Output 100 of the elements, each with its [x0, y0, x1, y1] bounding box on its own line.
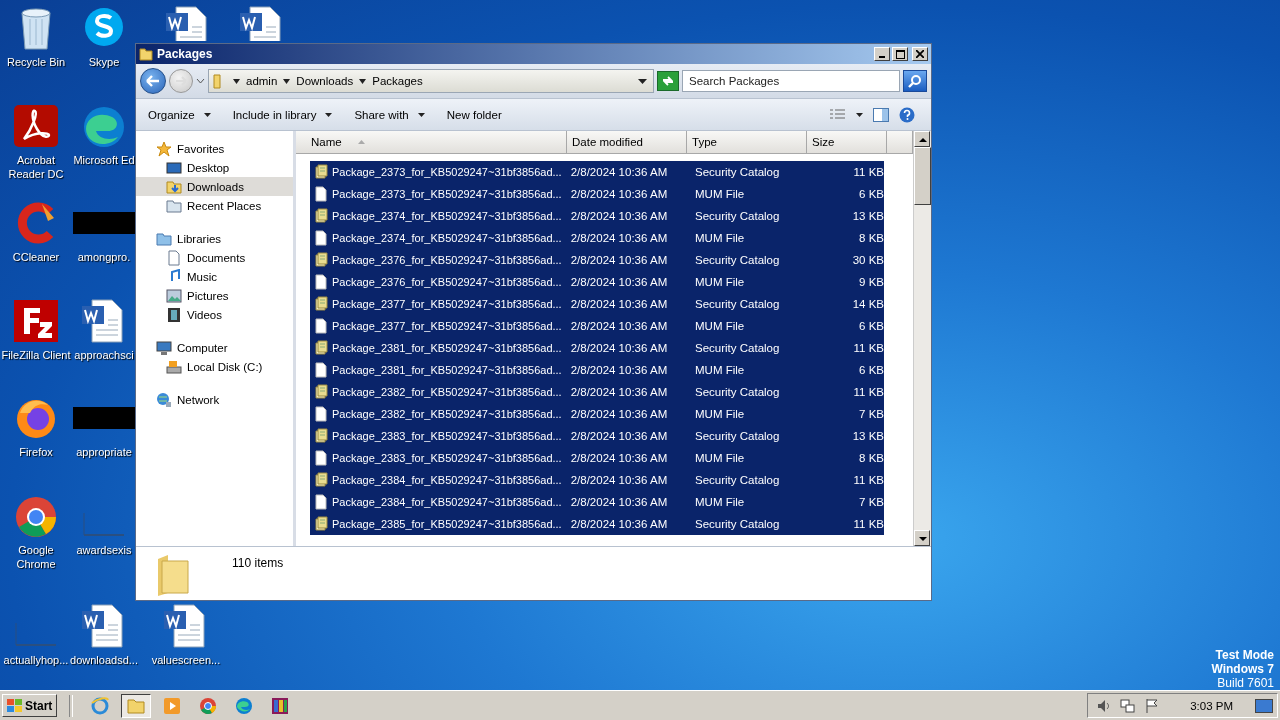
file-name: Package_2383_for_KB5029247~31bf3856ad... [332, 430, 562, 442]
toolbar-button[interactable]: Include in library [226, 104, 339, 125]
column-header[interactable]: Size [807, 131, 887, 153]
file-name: Package_2373_for_KB5029247~31bf3856ad... [332, 166, 562, 178]
os-build-text: Windows 7 [1211, 662, 1274, 676]
search-field[interactable]: Search Packages [682, 70, 900, 92]
document-icon [166, 249, 182, 266]
app-shortcut-icon[interactable] [12, 298, 60, 344]
certificate-icon [314, 384, 328, 400]
nav-item[interactable]: Recent Places [136, 196, 293, 215]
file-row[interactable]: Package_2381_for_KB5029247~31bf3856ad... 2/8/2024 10:36 AM Security Catalog 11 KB [310, 337, 884, 359]
scroll-up-button[interactable] [914, 131, 930, 147]
file-size: 6 KB [858, 188, 884, 200]
breadcrumb-item[interactable]: admin [246, 75, 278, 87]
monitor-icon [166, 159, 182, 176]
file-date: 2/8/2024 10:36 AM [569, 342, 669, 354]
file-size: 11 KB [852, 474, 884, 486]
file-row[interactable]: Package_2376_for_KB5029247~31bf3856ad... 2/8/2024 10:36 AM MUM File 9 KB [310, 271, 884, 293]
nav-item[interactable]: Pictures [136, 286, 293, 305]
breadcrumb-item[interactable]: Packages [372, 75, 423, 87]
taskbar-button[interactable] [121, 693, 152, 718]
nav-item[interactable]: Network [136, 390, 293, 409]
file-row[interactable]: Package_2382_for_KB5029247~31bf3856ad... 2/8/2024 10:36 AM Security Catalog 11 KB [310, 381, 884, 403]
file-row[interactable]: Package_2382_for_KB5029247~31bf3856ad... 2/8/2024 10:36 AM MUM File 7 KB [310, 403, 884, 425]
column-header[interactable]: Date modified [567, 131, 687, 153]
file-row[interactable]: Package_2373_for_KB5029247~31bf3856ad... 2/8/2024 10:36 AM Security Catalog 11 KB [310, 161, 884, 183]
file-row[interactable]: Package_2381_for_KB5029247~31bf3856ad... 2/8/2024 10:36 AM MUM File 6 KB [310, 359, 884, 381]
window-title: Packages [157, 47, 213, 61]
certificate-icon [314, 340, 328, 356]
file-row[interactable]: Package_2383_for_KB5029247~31bf3856ad... 2/8/2024 10:36 AM Security Catalog 13 KB [310, 425, 884, 447]
caret-icon[interactable] [359, 78, 367, 84]
file-row[interactable]: Package_2376_for_KB5029247~31bf3856ad... 2/8/2024 10:36 AM Security Catalog 30 KB [310, 249, 884, 271]
toolbar-button[interactable]: Organize [142, 104, 217, 125]
column-header[interactable]: Type [687, 131, 807, 153]
file-row[interactable]: Package_2383_for_KB5029247~31bf3856ad... 2/8/2024 10:36 AM MUM File 8 KB [310, 447, 884, 469]
browser-icon [91, 696, 110, 715]
desktop-icon-label: Google Chrome [15, 543, 57, 571]
file-date: 2/8/2024 10:36 AM [569, 298, 669, 310]
file-date: 2/8/2024 10:36 AM [569, 166, 669, 178]
network-icon[interactable] [1120, 697, 1137, 714]
search-button[interactable] [903, 70, 927, 92]
file-row[interactable]: Package_2373_for_KB5029247~31bf3856ad... 2/8/2024 10:36 AM MUM File 6 KB [310, 183, 884, 205]
column-header[interactable]: Name [296, 131, 567, 153]
caret-icon[interactable] [638, 78, 647, 84]
minimize-button[interactable] [874, 47, 890, 61]
caret-icon[interactable] [283, 78, 291, 84]
history-caret-icon[interactable] [196, 78, 205, 84]
file-row[interactable]: Package_2377_for_KB5029247~31bf3856ad... 2/8/2024 10:36 AM Security Catalog 14 KB [310, 293, 884, 315]
breadcrumb-item[interactable]: Downloads [296, 75, 354, 87]
os-build-text: Build 7601 [1217, 676, 1274, 690]
file-icon [314, 362, 328, 378]
file-date: 2/8/2024 10:36 AM [569, 188, 669, 200]
preview-pane-icon[interactable] [873, 107, 889, 122]
file-row[interactable]: Package_2374_for_KB5029247~31bf3856ad... 2/8/2024 10:36 AM MUM File 8 KB [310, 227, 884, 249]
file-type: Security Catalog [694, 298, 781, 310]
refresh-button[interactable] [657, 71, 679, 91]
nav-item[interactable]: Videos [136, 305, 293, 324]
nav-item[interactable]: Computer [136, 338, 293, 357]
scrollbar-thumb[interactable] [914, 147, 931, 205]
scroll-down-button[interactable] [914, 530, 930, 546]
toolbar-button[interactable]: New folder [440, 104, 508, 125]
toolbar-button[interactable]: Share with [348, 104, 431, 125]
file-row[interactable]: Package_2384_for_KB5029247~31bf3856ad... 2/8/2024 10:36 AM Security Catalog 11 KB [310, 469, 884, 491]
nav-item[interactable]: Downloads [136, 177, 293, 196]
caret-icon[interactable] [233, 78, 240, 84]
nav-item[interactable]: Favorites [136, 139, 293, 158]
file-type: MUM File [694, 320, 746, 332]
start-button[interactable]: Start [2, 694, 58, 717]
file-row[interactable]: Package_2384_for_KB5029247~31bf3856ad... 2/8/2024 10:36 AM MUM File 7 KB [310, 491, 884, 513]
back-button[interactable] [140, 68, 166, 94]
file-name: Package_2374_for_KB5029247~31bf3856ad... [332, 232, 562, 244]
app-shortcut-icon[interactable] [12, 103, 60, 149]
certificate-icon [314, 208, 328, 224]
clock[interactable]: 3:03 PM [1190, 699, 1233, 712]
os-build-text: Test Mode [1215, 648, 1274, 662]
show-desktop-icon[interactable] [1255, 698, 1273, 713]
maximize-button[interactable] [892, 47, 908, 61]
play-icon [163, 696, 182, 715]
close-button[interactable] [912, 47, 928, 61]
address-bar[interactable]: admin Downloads Packages [208, 69, 654, 93]
nav-item[interactable]: Desktop [136, 158, 293, 177]
file-type: MUM File [694, 364, 746, 376]
nav-item[interactable]: Libraries [136, 229, 293, 248]
close-icon [916, 50, 924, 58]
file-icon [314, 494, 328, 510]
help-icon[interactable] [899, 106, 915, 123]
file-row[interactable]: Package_2374_for_KB5029247~31bf3856ad... 2/8/2024 10:36 AM Security Catalog 13 KB [310, 205, 884, 227]
caret-icon[interactable] [856, 112, 863, 117]
desktop-icon-label: actuallyhop... [3, 653, 69, 667]
file-row[interactable]: Package_2385_for_KB5029247~31bf3856ad... 2/8/2024 10:36 AM Security Catalog 11 KB [310, 513, 884, 535]
browser-icon [199, 696, 218, 715]
nav-item[interactable]: Music [136, 267, 293, 286]
file-name: Package_2373_for_KB5029247~31bf3856ad... [332, 188, 562, 200]
file-size: 7 KB [858, 496, 884, 508]
desktop-icon-label: awardsexis [76, 543, 132, 557]
file-size: 13 KB [851, 210, 884, 222]
nav-item[interactable]: Local Disk (C:) [136, 357, 293, 376]
nav-item[interactable]: Documents [136, 248, 293, 267]
file-row[interactable]: Package_2377_for_KB5029247~31bf3856ad... 2/8/2024 10:36 AM MUM File 6 KB [310, 315, 884, 337]
desktop-icon-label: Acrobat Reader DC [7, 153, 65, 181]
